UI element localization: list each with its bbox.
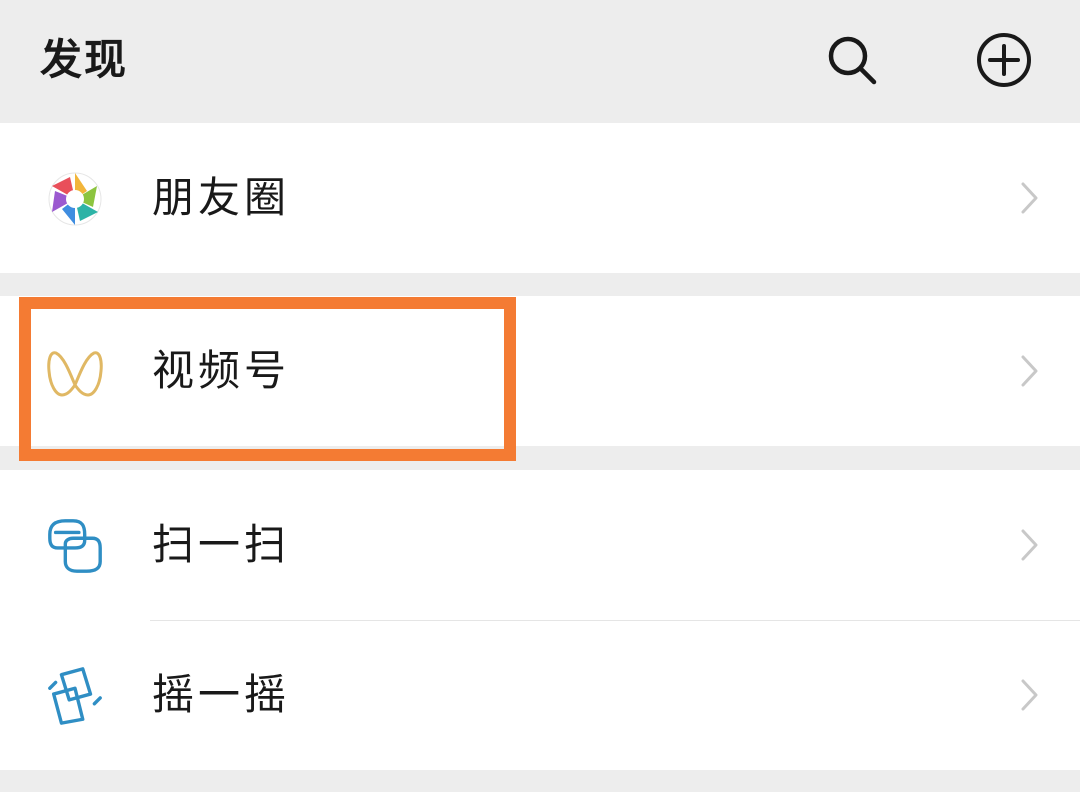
chevron-right-icon: [1021, 355, 1038, 387]
plus-circle-icon: [977, 33, 1031, 87]
menu-item-label: 摇一摇: [152, 670, 291, 719]
channels-icon: [44, 341, 106, 403]
menu-item-label: 视频号: [152, 346, 291, 395]
menu-item-moments[interactable]: 朋友圈: [0, 123, 1080, 273]
menu-item-label: 扫一扫: [152, 520, 291, 569]
moments-icon: [44, 168, 106, 230]
search-button[interactable]: [822, 30, 882, 90]
menu-item-scan[interactable]: 扫一扫: [0, 470, 1080, 620]
chevron-right-icon: [1021, 182, 1038, 214]
top-bar: 发现: [0, 0, 1080, 120]
scan-icon: [44, 515, 106, 577]
channels-group: 视频号: [0, 296, 1080, 446]
menu-item-channels[interactable]: 视频号: [0, 296, 1080, 446]
menu-item-label: 朋友圈: [152, 173, 291, 222]
chevron-right-icon: [1021, 529, 1038, 561]
tools-group: 扫一扫 摇一摇: [0, 470, 1080, 770]
search-icon: [828, 36, 877, 85]
chevron-right-icon: [1021, 679, 1038, 711]
menu-item-shake[interactable]: 摇一摇: [0, 620, 1080, 770]
shake-icon: [44, 665, 106, 727]
page-title: 发现: [40, 35, 129, 84]
moments-group: 朋友圈: [0, 123, 1080, 273]
add-button[interactable]: [974, 30, 1034, 90]
